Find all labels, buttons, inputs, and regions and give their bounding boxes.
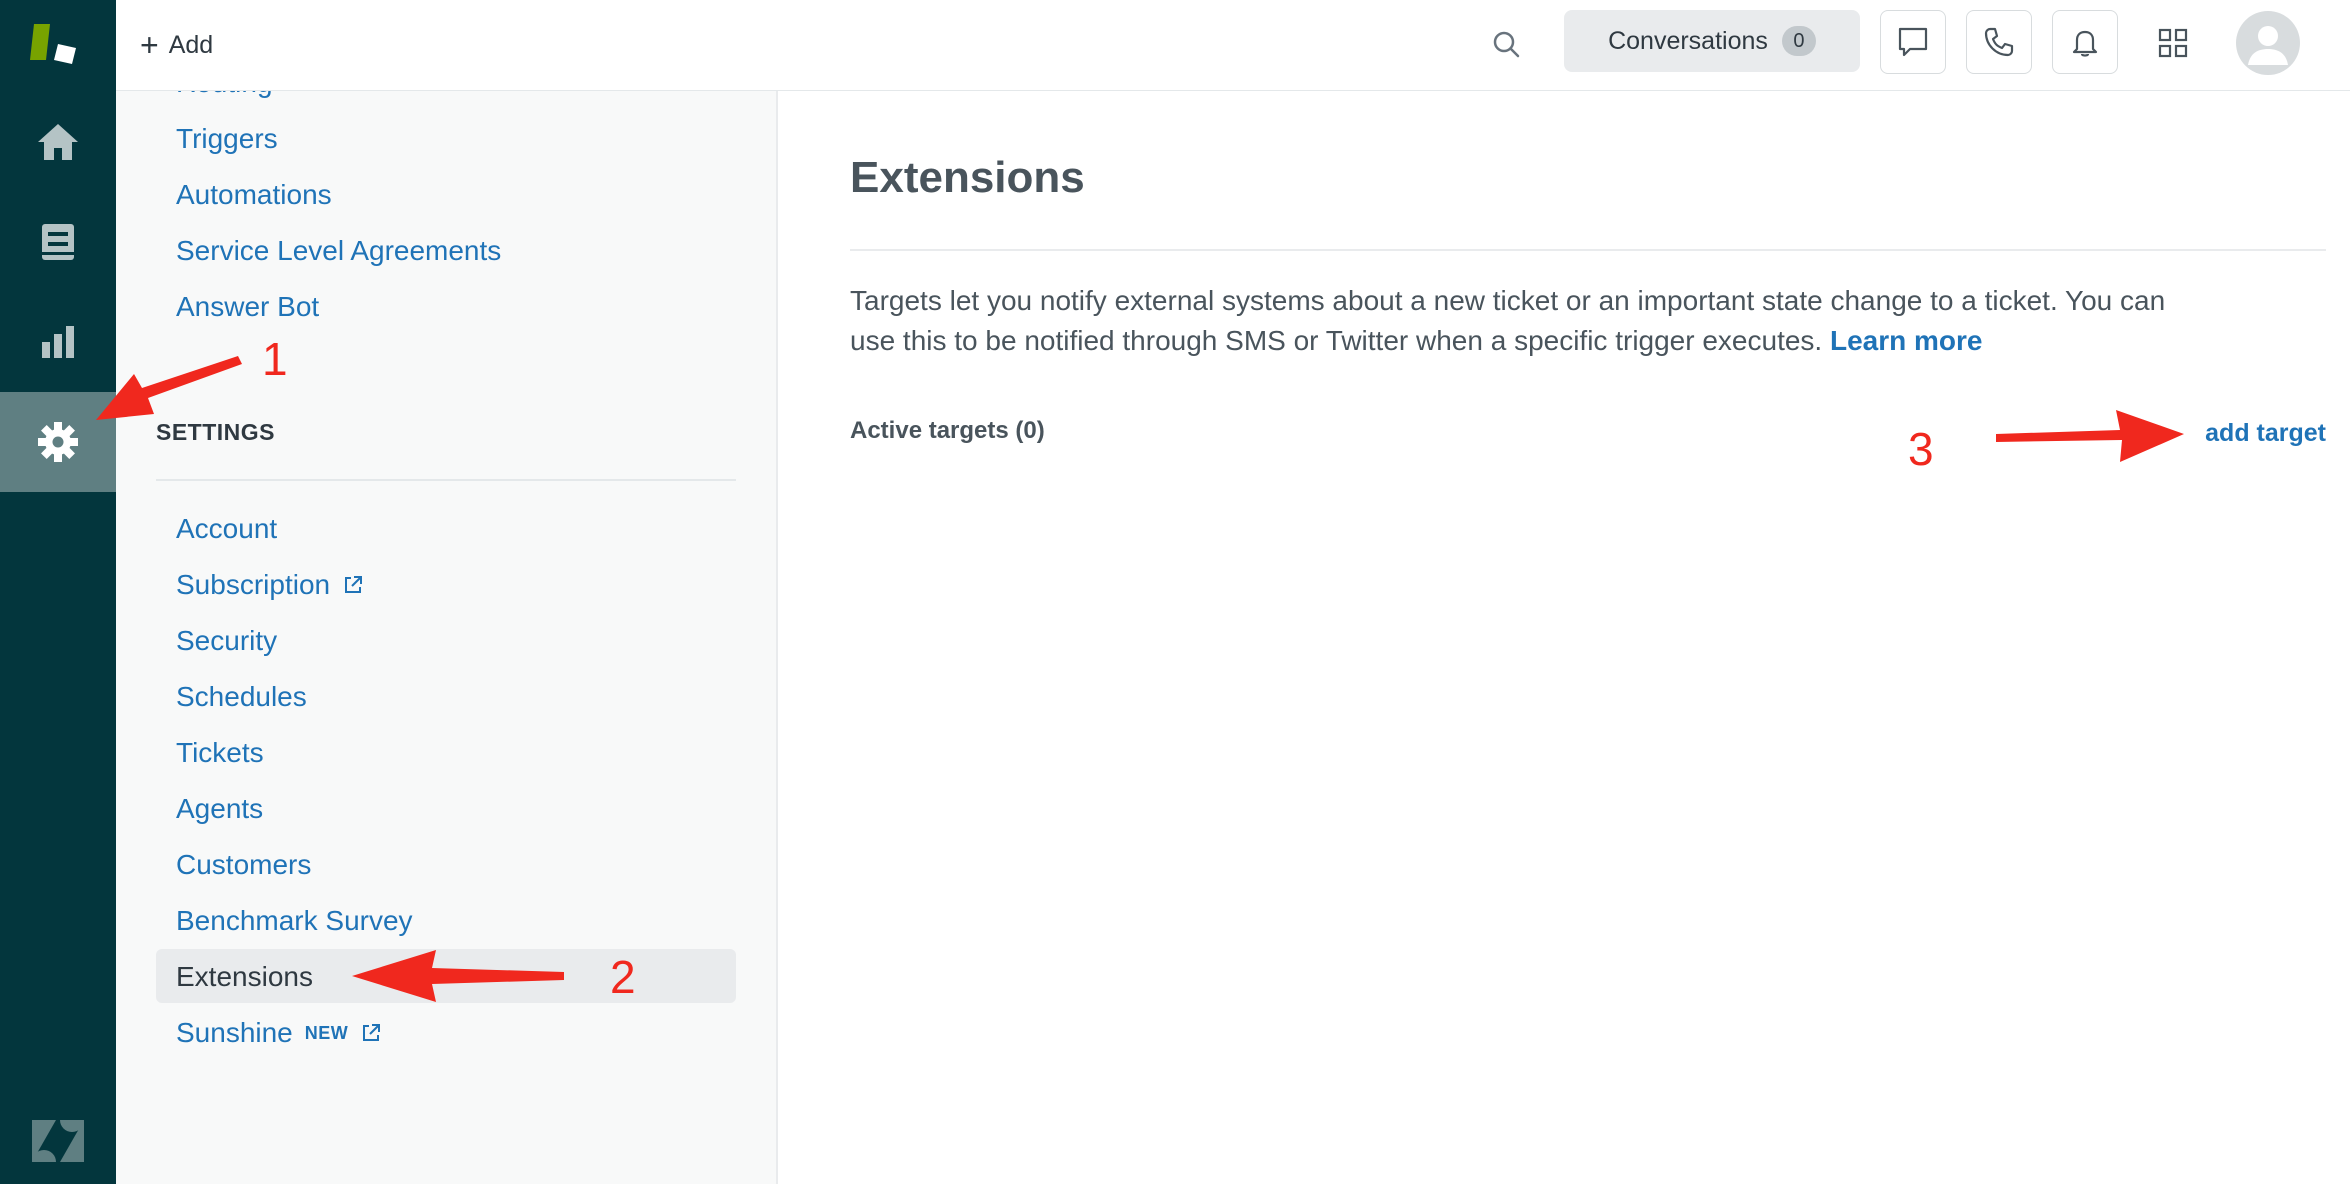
annotation-arrow-1: [96, 356, 242, 420]
nav-item-sunshine[interactable]: Sunshine NEW: [176, 1017, 382, 1049]
nav-item-security[interactable]: Security: [176, 625, 277, 657]
nav-item-answer-bot[interactable]: Answer Bot: [176, 291, 319, 323]
nav-item-benchmark-survey[interactable]: Benchmark Survey: [176, 905, 413, 937]
chat-icon[interactable]: [1880, 10, 1946, 74]
nav-item-customers[interactable]: Customers: [176, 849, 311, 881]
nav-item-agents[interactable]: Agents: [176, 793, 263, 825]
section-divider: [156, 479, 736, 481]
nav-item-routing[interactable]: Routing: [176, 91, 273, 99]
nav-item-subscription-label: Subscription: [176, 569, 331, 600]
nav-item-extensions[interactable]: Extensions: [176, 961, 313, 993]
add-label: Add: [168, 30, 214, 59]
annotation-step-2: 2: [610, 951, 636, 1003]
conversations-button[interactable]: Conversations 0: [1564, 10, 1860, 72]
main-content: Extensions Targets let you notify extern…: [850, 91, 2326, 1184]
new-tag: NEW: [304, 1022, 349, 1043]
external-link-icon: [345, 576, 363, 593]
add-button[interactable]: + Add: [140, 22, 213, 68]
views-icon[interactable]: [0, 192, 116, 292]
nav-item-account[interactable]: Account: [176, 513, 277, 545]
page-title: Extensions: [850, 153, 1085, 202]
user-avatar[interactable]: [2236, 11, 2300, 75]
zendesk-logo: [30, 1118, 86, 1164]
admin-settings-nav: Routing Triggers Automations Service Lev…: [116, 91, 778, 1184]
nav-item-automations[interactable]: Automations: [176, 179, 332, 211]
annotation-arrow-2: [352, 950, 564, 1002]
product-rail: [0, 0, 116, 1184]
top-bar: + Add Conversations 0: [116, 0, 2350, 91]
conversations-label: Conversations: [1608, 26, 1768, 55]
learn-more-link[interactable]: Learn more: [1830, 325, 1983, 356]
nav-item-schedules[interactable]: Schedules: [176, 681, 307, 713]
targets-description: Targets let you notify external systems …: [850, 281, 2190, 361]
external-link-icon: [363, 1024, 381, 1041]
conversations-count-badge: 0: [1781, 26, 1816, 56]
title-divider: [850, 249, 2326, 251]
nav-item-subscription[interactable]: Subscription: [176, 569, 364, 601]
annotation-arrow-3: [1996, 410, 2184, 462]
search-icon[interactable]: [1486, 24, 1528, 66]
nav-item-service-level-agreements[interactable]: Service Level Agreements: [176, 235, 501, 267]
zendesk-support-logo[interactable]: [28, 18, 88, 78]
plus-icon: +: [140, 27, 159, 63]
annotation-step-1: 1: [262, 333, 288, 385]
product-tray-grid-icon[interactable]: [2150, 20, 2196, 66]
nav-item-triggers[interactable]: Triggers: [176, 123, 278, 155]
nav-item-tickets[interactable]: Tickets: [176, 737, 264, 769]
phone-icon[interactable]: [1966, 10, 2032, 74]
home-icon[interactable]: [0, 92, 116, 192]
annotation-step-3: 3: [1908, 423, 1934, 475]
nav-item-sunshine-label: Sunshine: [176, 1017, 293, 1048]
notifications-bell-icon[interactable]: [2052, 10, 2118, 74]
add-target-link[interactable]: add target: [2205, 419, 2326, 448]
active-targets-heading: Active targets (0): [850, 417, 1045, 444]
